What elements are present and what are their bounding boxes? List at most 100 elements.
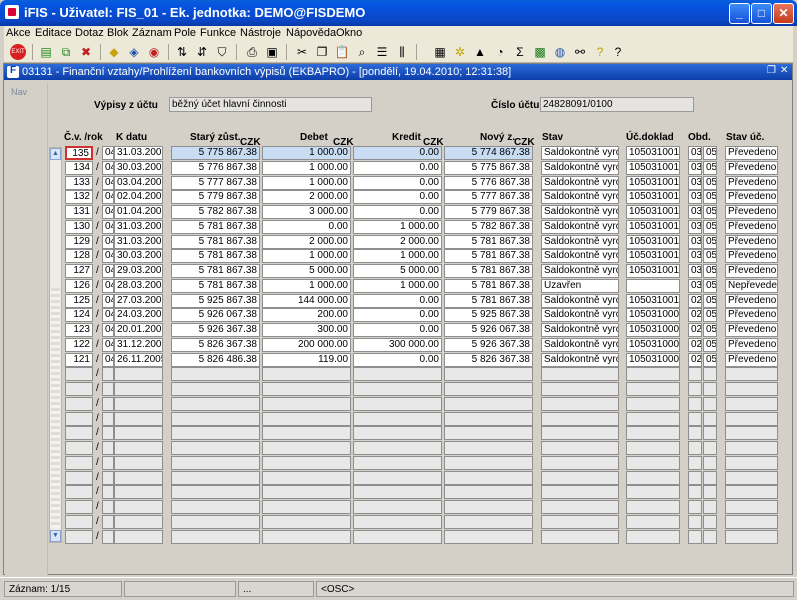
exit-icon[interactable]: EXIT [10,44,26,60]
cell-obd-2[interactable]: 05 [703,146,717,160]
cell-cv[interactable]: 129 [65,235,93,249]
cell-stary[interactable]: 5 781 867.38 [171,249,260,263]
cell-debet[interactable]: 2 000.00 [262,235,351,249]
cell-doklad[interactable]: 1050310011 [626,294,680,308]
cell-novy[interactable] [444,456,533,470]
cell-obd-2[interactable] [703,515,717,529]
cell-stary[interactable]: 5 781 867.38 [171,220,260,234]
cell-obd-1[interactable] [688,471,702,485]
cell-obd-1[interactable]: 02 [688,323,702,337]
cell-obd-1[interactable]: 02 [688,294,702,308]
cell-doklad[interactable] [626,530,680,544]
cell-doklad[interactable] [626,500,680,514]
cell-doklad[interactable]: 1050310014 [626,176,680,190]
cell-novy[interactable] [444,515,533,529]
cell-rok[interactable]: 04 [102,220,114,234]
cell-kredit[interactable]: 1 000.00 [353,249,442,263]
cell-kredit[interactable]: 5 000.00 [353,264,442,278]
cell-stary[interactable]: 5 781 867.38 [171,264,260,278]
cell-novy[interactable] [444,397,533,411]
cell-stary[interactable] [171,530,260,544]
cell-obd-1[interactable] [688,456,702,470]
cell-obd-1[interactable]: 02 [688,353,702,367]
cell-doklad[interactable]: 1050310014 [626,190,680,204]
cell-cv[interactable]: 121 [65,353,93,367]
cell-stav[interactable]: Saldokontně vyrovn [541,205,619,219]
cislo-uctu-field[interactable]: 24828091/0100 [540,97,694,112]
cell-obd-2[interactable]: 05 [703,279,717,293]
cell-debet[interactable]: 2 000.00 [262,190,351,204]
cell-stav[interactable]: Saldokontně vyrovn [541,264,619,278]
cell-doklad[interactable] [626,485,680,499]
cell-doklad[interactable] [626,367,680,381]
cell-doklad[interactable]: 1050310014 [626,161,680,175]
cell-debet[interactable]: 1 000.00 [262,161,351,175]
cell-cv[interactable]: 126 [65,279,93,293]
cell-novy[interactable]: 5 781 867.38 [444,279,533,293]
cell-debet[interactable] [262,367,351,381]
cell-datum[interactable] [114,367,163,381]
cell-stary[interactable]: 5 826 367.38 [171,338,260,352]
cell-stav-uc[interactable] [725,382,778,396]
copy-record-icon[interactable]: ⧉ [58,44,74,60]
cell-rok[interactable] [102,397,114,411]
cell-stary[interactable] [171,515,260,529]
cell-cv[interactable] [65,471,93,485]
cell-stav[interactable] [541,456,619,470]
cell-stav[interactable] [541,515,619,529]
cell-novy[interactable] [444,471,533,485]
cell-kredit[interactable] [353,500,442,514]
window-titlebar[interactable]: iFIS - Uživatel: FIS_01 - Ek. jednotka: … [0,0,797,26]
cell-obd-2[interactable]: 05 [703,323,717,337]
cell-stary[interactable]: 5 926 367.38 [171,323,260,337]
cell-doklad[interactable] [626,426,680,440]
cell-datum[interactable]: 31.03.2005 [114,220,163,234]
cell-novy[interactable]: 5 774 867.38 [444,146,533,160]
query-enter-icon[interactable]: ◆ [106,44,122,60]
cell-obd-1[interactable]: 03 [688,220,702,234]
cell-novy[interactable] [444,426,533,440]
cell-datum[interactable] [114,471,163,485]
cell-stav[interactable] [541,530,619,544]
cell-obd-1[interactable] [688,485,702,499]
minimize-button[interactable]: _ [729,3,750,24]
cell-obd-1[interactable]: 03 [688,205,702,219]
link-icon[interactable]: ⚯ [572,44,588,60]
cell-obd-1[interactable]: 03 [688,190,702,204]
cell-stav[interactable] [541,382,619,396]
cell-datum[interactable]: 30.03.2005 [114,249,163,263]
cell-stav-uc[interactable] [725,485,778,499]
cell-rok[interactable] [102,367,114,381]
cell-rok[interactable]: 04 [102,294,114,308]
cell-datum[interactable] [114,397,163,411]
save-icon[interactable]: ▣ [264,44,280,60]
cell-obd-2[interactable]: 05 [703,353,717,367]
cell-doklad[interactable] [626,397,680,411]
vypisy-field[interactable]: běžný účet hlavní činnosti [169,97,372,112]
maximize-button[interactable]: □ [751,3,772,24]
cell-doklad[interactable]: 1050310003 [626,353,680,367]
cell-novy[interactable]: 5 777 867.38 [444,190,533,204]
cell-obd-2[interactable] [703,382,717,396]
cell-rok[interactable] [102,426,114,440]
cell-doklad[interactable] [626,279,680,293]
cell-stary[interactable] [171,456,260,470]
cell-debet[interactable] [262,397,351,411]
cell-stav-uc[interactable]: Převedeno [725,235,778,249]
cell-debet[interactable]: 119.00 [262,353,351,367]
cell-datum[interactable]: 30.03.2005 [114,161,163,175]
scroll-up-icon[interactable]: ▲ [50,148,61,160]
cell-stav-uc[interactable] [725,397,778,411]
sum-icon[interactable]: Σ [512,44,528,60]
cell-doklad[interactable] [626,441,680,455]
cell-obd-2[interactable]: 05 [703,338,717,352]
cell-obd-2[interactable] [703,500,717,514]
cell-datum[interactable] [114,500,163,514]
cell-rok[interactable]: 04 [102,146,114,160]
scroll-down-icon[interactable]: ▼ [50,530,61,542]
cell-kredit[interactable]: 1 000.00 [353,220,442,234]
cell-novy[interactable]: 5 782 867.38 [444,220,533,234]
vertical-scrollbar[interactable]: ▲ ▼ [49,147,62,543]
form-restore-icon[interactable]: ❐ [767,65,776,76]
cell-novy[interactable]: 5 781 867.38 [444,235,533,249]
